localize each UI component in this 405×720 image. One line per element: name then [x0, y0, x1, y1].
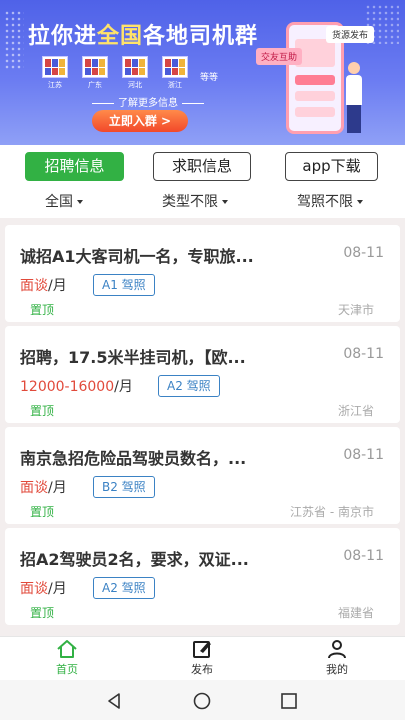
job-location: 江苏省 - 南京市 — [290, 505, 374, 519]
job-list[interactable]: 诚招A1大客司机一名，专职旅... 08-11 面谈/月 A1 驾照 置顶 天津… — [0, 218, 405, 636]
filter-license[interactable]: 驾照不限 — [297, 191, 363, 211]
bubble-cargo: 货源发布 — [326, 26, 375, 43]
region-list: 江苏 广东 河北 浙江 — [42, 56, 188, 90]
category-tabs: 招聘信息 求职信息 app下载 — [0, 145, 405, 185]
filter-label: 驾照不限 — [297, 194, 353, 210]
home-circle-icon[interactable] — [193, 692, 211, 710]
bottom-navigation: 首页 发布 我的 — [0, 636, 405, 680]
home-icon — [57, 640, 77, 658]
promo-banner[interactable]: 拉你进全国各地司机群 江苏 广东 河北 浙江 等等 了解更多信息 立即入群 > … — [0, 0, 405, 145]
job-location: 天津市 — [337, 303, 374, 317]
group-thumbnail — [122, 56, 148, 78]
nav-label: 发布 — [191, 663, 213, 676]
decor-dots — [4, 10, 24, 70]
region-label: 江苏 — [48, 81, 62, 89]
tab-recruitment[interactable]: 招聘信息 — [25, 152, 124, 181]
job-title: 招A2驾驶员2名，要求，双证... — [20, 550, 249, 569]
edit-icon — [193, 641, 211, 658]
bubble-friends: 交友互助 — [256, 48, 303, 65]
nav-label: 我的 — [326, 663, 348, 676]
job-salary: 12000-16000/月 — [20, 379, 133, 395]
region-item: 河北 — [122, 56, 148, 90]
tab-app-download[interactable]: app下载 — [285, 152, 378, 181]
job-card[interactable]: 诚招A1大客司机一名，专职旅... 08-11 面谈/月 A1 驾照 置顶 天津… — [5, 225, 400, 322]
user-icon — [328, 640, 346, 659]
filter-bar: 全国 类型不限 驾照不限 — [0, 185, 405, 218]
job-date: 08-11 — [343, 447, 384, 463]
more-info-label: 了解更多信息 — [88, 94, 208, 109]
job-date: 08-11 — [343, 548, 384, 564]
etc-label: 等等 — [200, 73, 219, 83]
nav-publish[interactable]: 发布 — [172, 639, 232, 677]
job-salary: 面谈/月 — [20, 278, 67, 294]
filter-label: 全国 — [45, 194, 73, 210]
person-illustration — [346, 62, 362, 134]
pinned-label: 置顶 — [30, 303, 55, 317]
caret-down-icon — [357, 200, 363, 204]
caret-down-icon — [77, 200, 83, 204]
filter-type[interactable]: 类型不限 — [162, 191, 228, 211]
region-item: 浙江 — [162, 56, 188, 90]
job-salary: 面谈/月 — [20, 480, 67, 496]
back-icon[interactable] — [105, 692, 123, 710]
group-thumbnail — [82, 56, 108, 78]
nav-label: 首页 — [56, 663, 78, 676]
license-badge: A2 驾照 — [93, 577, 155, 599]
job-date: 08-11 — [343, 245, 384, 261]
banner-title: 拉你进全国各地司机群 — [28, 24, 259, 49]
region-label: 河北 — [128, 81, 142, 89]
recents-icon[interactable] — [280, 692, 298, 710]
tab-job-seeking[interactable]: 求职信息 — [153, 152, 251, 181]
job-date: 08-11 — [343, 346, 384, 362]
pinned-label: 置顶 — [30, 404, 55, 418]
nav-home[interactable]: 首页 — [37, 639, 97, 677]
license-badge: A1 驾照 — [93, 274, 155, 296]
filter-label: 类型不限 — [162, 194, 218, 210]
group-thumbnail — [162, 56, 188, 78]
group-thumbnail — [42, 56, 68, 78]
license-badge: A2 驾照 — [158, 375, 220, 397]
region-label: 浙江 — [168, 81, 182, 89]
filter-region[interactable]: 全国 — [45, 191, 83, 211]
region-label: 广东 — [88, 81, 102, 89]
job-card[interactable]: 招聘，17.5米半挂司机，【欧... 08-11 12000-16000/月 A… — [5, 326, 400, 423]
app-screen: 拉你进全国各地司机群 江苏 广东 河北 浙江 等等 了解更多信息 立即入群 > … — [0, 0, 405, 720]
job-title: 南京急招危险品驾驶员数名，... — [20, 449, 247, 468]
pinned-label: 置顶 — [30, 505, 55, 519]
job-title: 招聘，17.5米半挂司机，【欧... — [20, 348, 246, 367]
job-title: 诚招A1大客司机一名，专职旅... — [20, 247, 254, 266]
region-item: 江苏 — [42, 56, 68, 90]
nav-profile[interactable]: 我的 — [307, 639, 367, 677]
job-location: 福建省 — [337, 606, 374, 620]
region-item: 广东 — [82, 56, 108, 90]
pinned-label: 置顶 — [30, 606, 55, 620]
job-salary: 面谈/月 — [20, 581, 67, 597]
job-card[interactable]: 招A2驾驶员2名，要求，双证... 08-11 面谈/月 A2 驾照 置顶 福建… — [5, 528, 400, 625]
join-group-button[interactable]: 立即入群 > — [92, 110, 188, 132]
caret-down-icon — [222, 200, 228, 204]
job-card[interactable]: 南京急招危险品驾驶员数名，... 08-11 面谈/月 B2 驾照 置顶 江苏省… — [5, 427, 400, 524]
license-badge: B2 驾照 — [93, 476, 155, 498]
job-location: 浙江省 — [337, 404, 374, 418]
system-navigation-bar — [0, 680, 405, 720]
